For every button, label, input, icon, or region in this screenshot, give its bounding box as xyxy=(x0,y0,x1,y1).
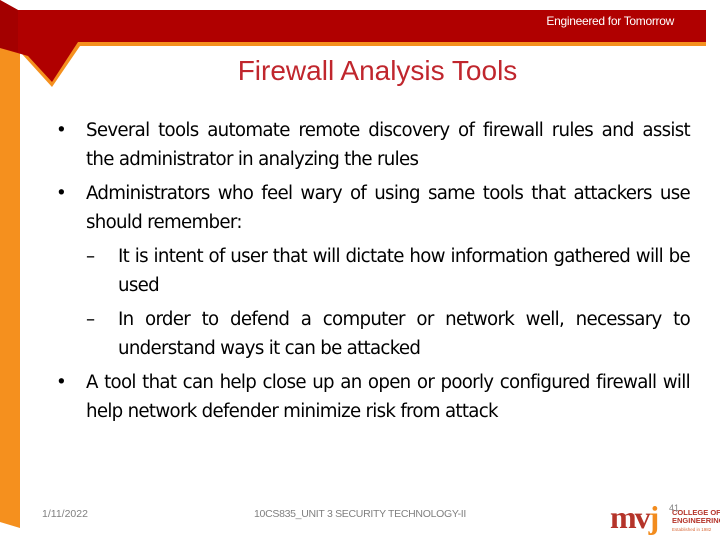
logo-text: COLLEGE OF ENGINEERING xyxy=(672,509,720,525)
dash-icon: – xyxy=(86,309,95,330)
footer-course-title: 10CS835_UNIT 3 SECURITY TECHNOLOGY-II xyxy=(254,508,467,520)
header-shadow xyxy=(0,0,18,52)
logo-subtitle: Established in 1982 xyxy=(672,527,712,532)
logo-mark-mv: mv xyxy=(610,499,651,535)
bullet-item: • Administrators who feel wary of using … xyxy=(56,180,691,237)
sub-bullet-text: It is intent of user that will dictate h… xyxy=(118,246,691,296)
logo-mark: mvj xyxy=(610,499,660,535)
sub-bullet-item: – In order to defend a computer or netwo… xyxy=(56,306,691,363)
bullet-icon: • xyxy=(56,183,67,204)
header-tagline: Engineered for Tomorrow xyxy=(546,14,674,28)
bullet-text: Several tools automate remote discovery … xyxy=(86,120,691,170)
bullet-text: Administrators who feel wary of using sa… xyxy=(86,183,691,233)
logo-line-2: ENGINEERING xyxy=(672,516,720,525)
bullet-icon: • xyxy=(56,372,67,393)
footer-date: 1/11/2022 xyxy=(42,508,88,520)
slide-body: • Several tools automate remote discover… xyxy=(56,117,691,426)
dash-icon: – xyxy=(86,246,95,267)
page-number: 41 xyxy=(669,503,680,513)
bullet-item: • Several tools automate remote discover… xyxy=(56,117,691,174)
left-accent-stripe xyxy=(0,48,20,528)
bullet-icon: • xyxy=(56,120,67,141)
sub-bullet-text: In order to defend a computer or network… xyxy=(118,309,691,359)
slide-title: Firewall Analysis Tools xyxy=(237,55,518,86)
college-logo: mvj COLLEGE OF ENGINEERING Established i… xyxy=(610,500,720,538)
sub-bullet-item: – It is intent of user that will dictate… xyxy=(56,243,691,300)
logo-mark-j: j xyxy=(648,499,660,535)
bullet-text: A tool that can help close up an open or… xyxy=(86,372,691,422)
bullet-item: • A tool that can help close up an open … xyxy=(56,369,691,426)
